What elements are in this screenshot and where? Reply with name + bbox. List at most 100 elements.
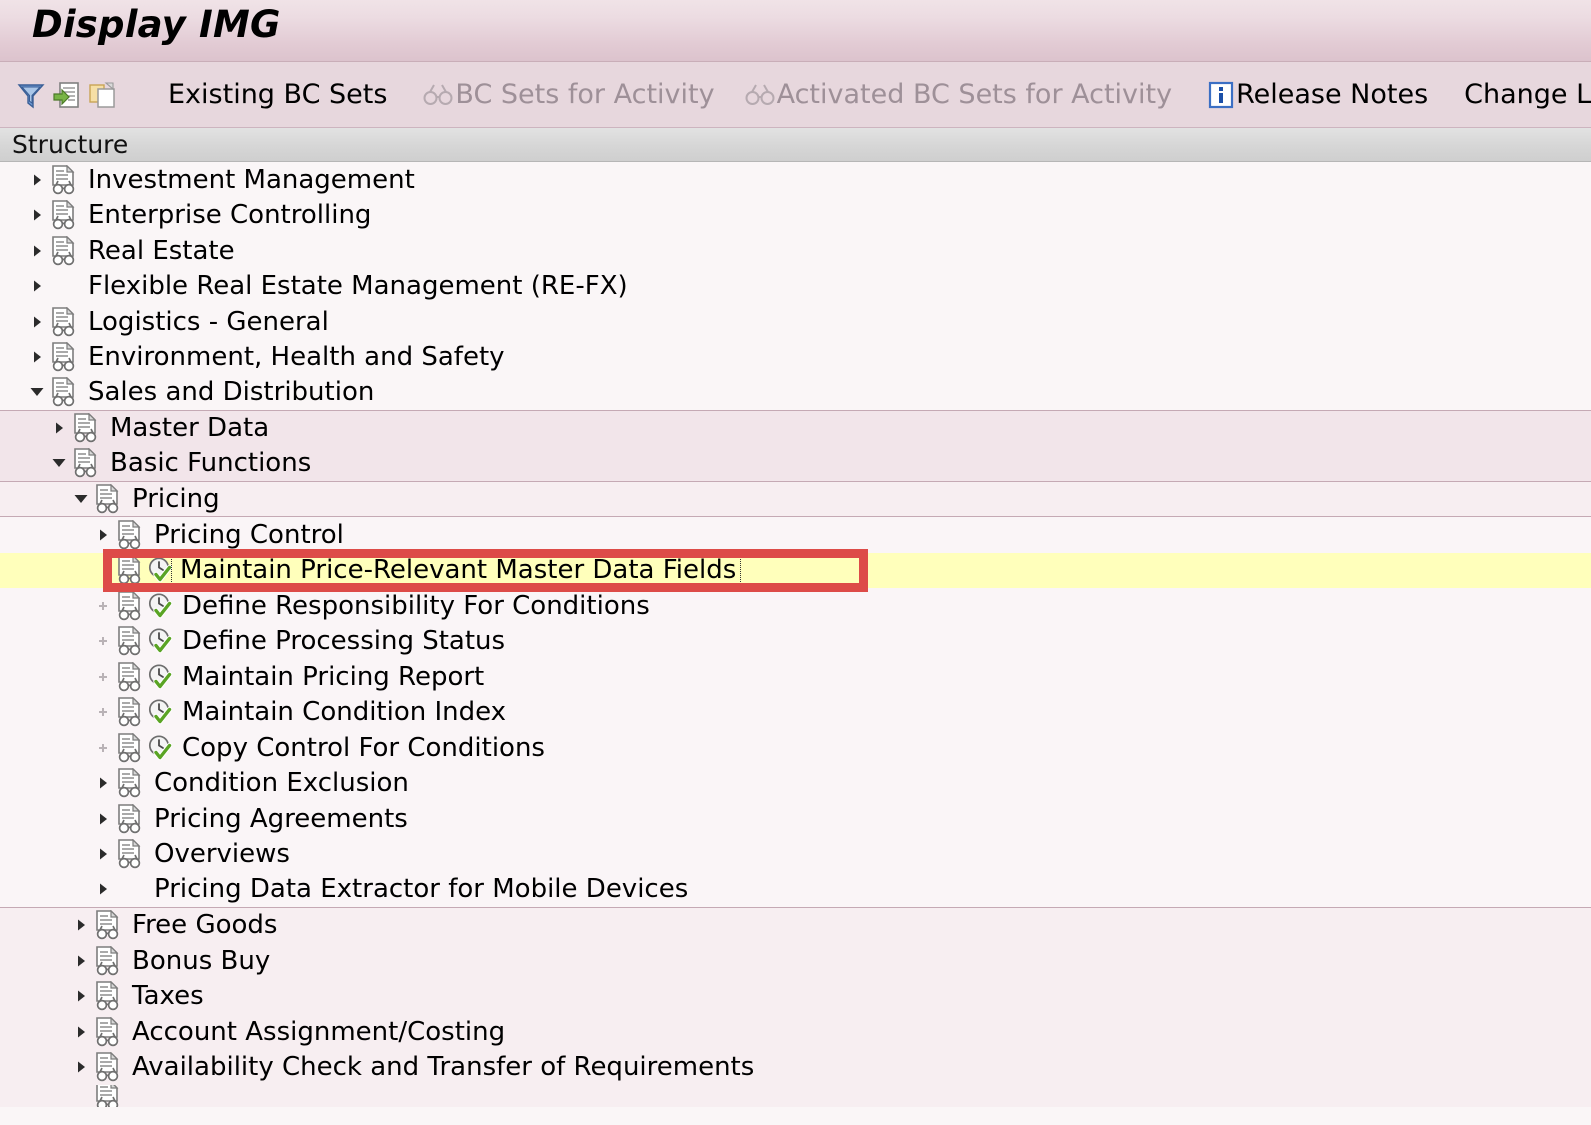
tree-row[interactable]: Basic Functions (0, 446, 1591, 482)
tree-row-label[interactable]: Real Estate (80, 238, 235, 264)
toolbar-bc-sets-for-activity-label: BC Sets for Activity (455, 79, 714, 110)
expand-arrow-icon[interactable] (24, 304, 50, 340)
tree-row-label[interactable]: Maintain Condition Index (174, 699, 506, 725)
tree-row-label[interactable]: Bonus Buy (124, 948, 270, 974)
img-node-document-icon (116, 695, 146, 731)
tree-row-label[interactable]: Environment, Health and Safety (80, 344, 505, 370)
clock-check-icon[interactable] (146, 659, 174, 695)
expand-arrow-icon[interactable] (46, 411, 72, 447)
tree-row[interactable]: Investment Management (0, 162, 1591, 198)
toolbar-release-notes[interactable]: Release Notes (1208, 62, 1428, 127)
toolbar-change-log[interactable]: Change L (1464, 62, 1591, 127)
tree-row-label[interactable]: Availability Check and Transfer of Requi… (124, 1054, 754, 1080)
toolbar-existing-bc-sets[interactable]: Existing BC Sets (168, 62, 387, 127)
collapse-arrow-icon[interactable] (24, 375, 50, 410)
tree-row[interactable]: Maintain Pricing Report (0, 659, 1591, 695)
expand-arrow-icon[interactable] (90, 766, 116, 802)
toolbar-bc-sets-for-activity[interactable]: BC Sets for Activity (423, 62, 714, 127)
expand-arrow-icon[interactable] (68, 1014, 94, 1050)
copy-paste-icon[interactable] (86, 76, 120, 114)
collapse-arrow-icon[interactable] (68, 482, 94, 517)
structure-column-header[interactable]: Structure (0, 128, 1591, 162)
tree-row-label[interactable]: Account Assignment/Costing (124, 1019, 505, 1045)
tree-row[interactable]: Copy Control For Conditions (0, 730, 1591, 766)
tree-row[interactable]: Define Responsibility For Conditions (0, 588, 1591, 624)
leaf-node-marker-icon[interactable] (90, 695, 116, 731)
leaf-node-marker-icon[interactable] (90, 659, 116, 695)
tree-row[interactable]: Account Assignment/Costing (0, 1014, 1591, 1050)
toolbar-activated-bc-sets-for-activity[interactable]: Activated BC Sets for Activity (745, 62, 1173, 127)
binoculars-icon (423, 82, 453, 108)
expand-arrow-icon[interactable] (68, 1050, 94, 1086)
tree-row[interactable]: Define Processing Status (0, 624, 1591, 660)
window-title-bar: Display IMG (0, 0, 1591, 62)
tree-row[interactable]: Environment, Health and Safety (0, 340, 1591, 376)
expand-arrow-icon[interactable] (24, 233, 50, 269)
filter-funnel-icon[interactable] (14, 76, 48, 114)
tree-row-selected[interactable]: Maintain Price-Relevant Master Data Fiel… (0, 553, 1591, 589)
tree-row-label[interactable]: Pricing Control (146, 522, 344, 548)
tree-row[interactable]: Pricing Data Extractor for Mobile Device… (0, 872, 1591, 908)
expand-arrow-icon[interactable] (24, 198, 50, 234)
tree-row[interactable]: Sales and Distribution (0, 375, 1591, 411)
expand-arrow-icon[interactable] (90, 837, 116, 873)
tree-row[interactable]: Pricing (0, 482, 1591, 518)
tree-row[interactable]: Condition Exclusion (0, 766, 1591, 802)
clock-check-icon[interactable] (146, 695, 174, 731)
clock-check-icon[interactable] (146, 624, 174, 660)
expand-arrow-icon[interactable] (90, 872, 116, 907)
tree-row-label[interactable]: Maintain Pricing Report (174, 664, 484, 690)
tree-row[interactable]: Maintain Condition Index (0, 695, 1591, 731)
leaf-node-marker-icon[interactable] (90, 730, 116, 766)
clock-check-icon[interactable] (146, 553, 174, 589)
tree-row[interactable]: Pricing Control (0, 517, 1591, 553)
tree-row-label[interactable]: Basic Functions (102, 450, 311, 476)
tree-row-label[interactable]: Enterprise Controlling (80, 202, 371, 228)
tree-row-label[interactable]: Define Responsibility For Conditions (174, 593, 650, 619)
tree-row[interactable] (0, 1085, 1591, 1107)
tree-row[interactable]: Taxes (0, 979, 1591, 1015)
tree-row-label[interactable]: Logistics - General (80, 309, 329, 335)
tree-row-label[interactable]: Overviews (146, 841, 290, 867)
expand-arrow-icon[interactable] (24, 340, 50, 376)
clock-check-icon[interactable] (146, 730, 174, 766)
tree-row[interactable]: Availability Check and Transfer of Requi… (0, 1050, 1591, 1086)
tree-row[interactable]: Bonus Buy (0, 943, 1591, 979)
tree-row-label[interactable]: Copy Control For Conditions (174, 735, 545, 761)
tree-row-label[interactable]: Maintain Price-Relevant Master Data Fiel… (174, 557, 738, 583)
tree-row[interactable]: Overviews (0, 837, 1591, 873)
expand-arrow-icon[interactable] (90, 801, 116, 837)
expand-arrow-icon[interactable] (24, 162, 50, 198)
tree-row-label[interactable]: Taxes (124, 983, 204, 1009)
tree-row[interactable]: Enterprise Controlling (0, 198, 1591, 234)
expand-arrow-icon[interactable] (90, 517, 116, 553)
expand-arrow-icon[interactable] (24, 269, 50, 305)
expand-arrow-icon[interactable] (68, 943, 94, 979)
tree-row[interactable]: Free Goods (0, 908, 1591, 944)
tree-row-label[interactable]: Flexible Real Estate Management (RE-FX) (80, 273, 628, 299)
expand-arrow-icon[interactable] (68, 908, 94, 944)
tree-row-label[interactable]: Master Data (102, 415, 269, 441)
document-insert-icon[interactable] (50, 76, 84, 114)
tree-row[interactable]: Flexible Real Estate Management (RE-FX) (0, 269, 1591, 305)
tree-row-label[interactable]: Investment Management (80, 167, 415, 193)
tree-row[interactable]: Real Estate (0, 233, 1591, 269)
tree-row[interactable]: Master Data (0, 411, 1591, 447)
tree-row-label[interactable]: Sales and Distribution (80, 379, 374, 405)
tree-row-label[interactable]: Condition Exclusion (146, 770, 409, 796)
clock-check-icon[interactable] (146, 588, 174, 624)
leaf-node-marker-icon[interactable] (90, 588, 116, 624)
tree-row[interactable]: Pricing Agreements (0, 801, 1591, 837)
tree-row[interactable]: Logistics - General (0, 304, 1591, 340)
collapse-arrow-icon[interactable] (46, 446, 72, 481)
tree-row-label[interactable]: Pricing Agreements (146, 806, 408, 832)
img-node-document-icon (94, 979, 124, 1015)
tree-row-label[interactable]: Free Goods (124, 912, 277, 938)
img-node-document-icon (116, 801, 146, 837)
tree-row-label[interactable]: Pricing Data Extractor for Mobile Device… (146, 876, 688, 902)
tree-row-label[interactable]: Define Processing Status (174, 628, 505, 654)
img-structure-tree[interactable]: Investment Management Enterprise Controll… (0, 162, 1591, 1107)
tree-row-label[interactable]: Pricing (124, 486, 220, 512)
expand-arrow-icon[interactable] (68, 979, 94, 1015)
leaf-node-marker-icon[interactable] (90, 624, 116, 660)
